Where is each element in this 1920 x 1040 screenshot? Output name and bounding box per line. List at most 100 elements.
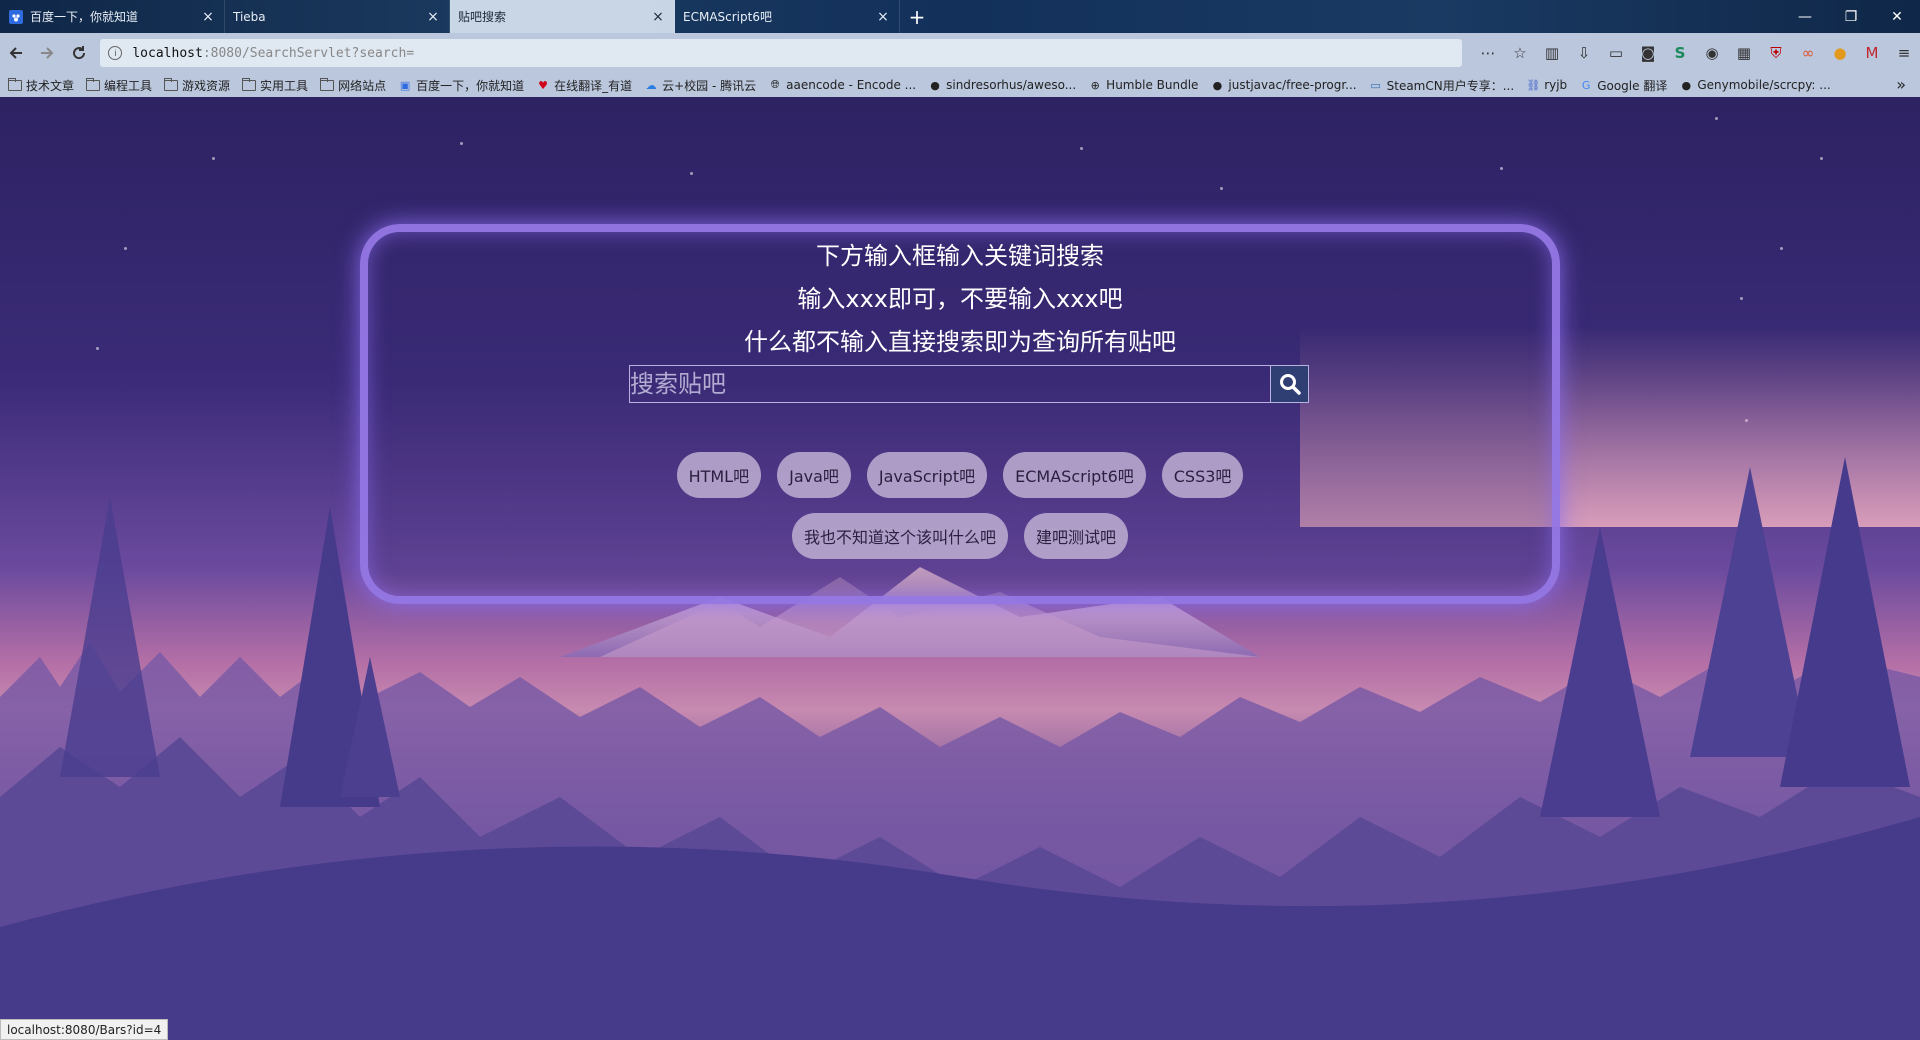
s-extension-icon[interactable]: S xyxy=(1664,37,1696,69)
bookmark-item[interactable]: 游戏资源 xyxy=(164,77,230,94)
tab-ecmascript6[interactable]: ECMAScript6吧 × xyxy=(675,0,900,33)
status-bar: localhost:8080/Bars?id=4 xyxy=(0,1019,169,1040)
tab-bar: 百度一下，你就知道 × Tieba × 贴吧搜索 × ECMAScript6吧 … xyxy=(0,0,1920,33)
bookmark-item[interactable]: ● justjavac/free-progr... xyxy=(1210,78,1357,92)
bars-row-1: HTML吧 Java吧 JavaScript吧 ECMAScript6吧 CSS… xyxy=(368,452,1552,498)
github-icon: ● xyxy=(930,78,940,92)
bookmarks-bar: 技术文章 编程工具 游戏资源 实用工具 网络站点 ▣ 百度一下，你就知道 ♥ 在线翻… xyxy=(0,73,1920,97)
bookmark-item[interactable]: G Google 翻译 xyxy=(1579,77,1667,94)
search-icon xyxy=(1279,374,1301,395)
bookmark-item[interactable]: ▣ 百度一下，你就知道 xyxy=(398,77,524,94)
bookmark-label: 技术文章 xyxy=(26,78,75,93)
tab-label: 贴吧搜索 xyxy=(458,10,507,24)
site-info-icon[interactable]: i xyxy=(108,46,123,60)
bar-link-ecmascript6[interactable]: ECMAScript6吧 xyxy=(1003,452,1146,498)
youdao-icon: ♥ xyxy=(538,78,549,92)
search-button[interactable] xyxy=(1271,365,1309,403)
github-icon: ● xyxy=(1681,78,1692,92)
bookmark-label: 网络站点 xyxy=(338,78,387,93)
bookmark-item[interactable]: ● sindresorhus/aweso... xyxy=(928,78,1076,92)
extension-icon[interactable]: ◙ xyxy=(1632,37,1664,69)
bookmark-star-icon[interactable]: ☆ xyxy=(1504,37,1536,69)
chevron-right-icon[interactable]: » xyxy=(1896,75,1906,94)
bookmark-item[interactable]: ♥ 在线翻译_有道 xyxy=(536,77,632,94)
ublock-icon[interactable]: ⛨ xyxy=(1760,37,1792,69)
bookmark-label: Google 翻译 xyxy=(1597,78,1668,93)
library-icon[interactable]: ▥ xyxy=(1536,37,1568,69)
github-icon: ● xyxy=(1212,78,1223,92)
bookmark-item[interactable]: 技术文章 xyxy=(8,77,74,94)
bar-link-create-test[interactable]: 建吧测试吧 xyxy=(1024,513,1129,559)
bookmark-label: 游戏资源 xyxy=(182,78,231,93)
minimize-icon[interactable]: — xyxy=(1782,0,1828,33)
menu-icon[interactable]: ≡ xyxy=(1888,37,1920,69)
close-icon[interactable]: × xyxy=(200,9,216,25)
search-row xyxy=(629,365,1309,403)
grid-extension-icon[interactable]: ▦ xyxy=(1728,37,1760,69)
back-icon[interactable] xyxy=(0,37,31,69)
bookmark-item[interactable]: 编程工具 xyxy=(86,77,152,94)
new-tab-button[interactable]: + xyxy=(900,0,934,33)
bookmark-label: aaencode - Encode ... xyxy=(786,78,917,92)
cat-extension-icon[interactable]: ◉ xyxy=(1696,37,1728,69)
bookmark-label: SteamCN用户专享：... xyxy=(1386,78,1515,93)
address-bar[interactable]: i localhost:8080/SearchServlet?search= xyxy=(100,39,1462,67)
bookmark-item[interactable]: ⛓ ryjb xyxy=(1526,78,1567,92)
navigation-bar: i localhost:8080/SearchServlet?search= ⋯… xyxy=(0,33,1920,73)
close-icon[interactable]: × xyxy=(425,9,441,25)
color-extension-icon[interactable]: ● xyxy=(1824,37,1856,69)
forward-icon[interactable] xyxy=(31,37,62,69)
bar-link-java[interactable]: Java吧 xyxy=(777,452,851,498)
close-icon[interactable]: × xyxy=(650,9,666,25)
reader-view-icon[interactable]: ▭ xyxy=(1600,37,1632,69)
tab-baidu[interactable]: 百度一下，你就知道 × xyxy=(0,0,225,33)
restore-icon[interactable]: ❐ xyxy=(1828,0,1874,33)
close-icon[interactable]: × xyxy=(875,9,891,25)
bookmark-label: 百度一下，你就知道 xyxy=(416,78,525,93)
bookmark-label: 实用工具 xyxy=(260,78,309,93)
folder-icon xyxy=(8,77,22,91)
bar-link-javascript[interactable]: JavaScript吧 xyxy=(866,452,988,498)
bookmark-item[interactable]: ⊕ Humble Bundle xyxy=(1088,78,1199,92)
url-path: :8080/SearchServlet?search= xyxy=(202,45,415,61)
tab-label: Tieba xyxy=(233,9,266,24)
search-input[interactable] xyxy=(629,365,1271,403)
hint-line-1: 下方输入框输入关键词搜索 xyxy=(816,242,1104,270)
tab-tieba[interactable]: Tieba × xyxy=(225,0,450,33)
bookmark-item[interactable]: ▭ SteamCN用户专享：... xyxy=(1369,77,1515,94)
bar-link-unknown[interactable]: 我也不知道这个该叫什么吧 xyxy=(791,513,1008,559)
tab-label: ECMAScript6吧 xyxy=(683,10,772,24)
folder-icon xyxy=(320,77,335,91)
tencent-cloud-icon: ☁ xyxy=(645,78,657,92)
reload-icon[interactable] xyxy=(63,37,94,69)
bookmark-item[interactable]: 网络站点 xyxy=(320,77,386,94)
bookmark-label: 编程工具 xyxy=(104,78,153,93)
mail-extension-icon[interactable]: M xyxy=(1856,37,1888,69)
page-actions-icon[interactable]: ⋯ xyxy=(1472,37,1504,69)
bookmark-label: Genymobile/scrcpy: ... xyxy=(1697,78,1831,92)
bookmark-label: 云+校园 - 腾讯云 xyxy=(662,78,757,93)
bookmark-label: Humble Bundle xyxy=(1106,78,1199,92)
close-window-icon[interactable]: ✕ xyxy=(1874,0,1920,33)
toolbar-icons: ⋯ ☆ ▥ ⇩ ▭ ◙ S ◉ ▦ ⛨ ∞ ● M ≡ xyxy=(1472,37,1920,69)
bookmark-item[interactable]: 实用工具 xyxy=(242,77,308,94)
url-host: localhost xyxy=(132,45,203,61)
tab-search[interactable]: 贴吧搜索 × xyxy=(450,0,675,33)
bookmark-item[interactable]: ☁ 云+校园 - 腾讯云 xyxy=(644,77,757,94)
download-icon[interactable]: ⇩ xyxy=(1568,37,1600,69)
page-background: 下方输入框输入关键词搜索 输入xxx即可，不要输入xxx吧 什么都不输入直接搜索… xyxy=(0,97,1920,1040)
infinity-extension-icon[interactable]: ∞ xyxy=(1792,37,1824,69)
bar-link-css3[interactable]: CSS3吧 xyxy=(1161,452,1244,498)
bookmark-label: ryjb xyxy=(1544,78,1568,92)
bookmark-label: sindresorhus/aweso... xyxy=(946,78,1077,92)
bar-link-html[interactable]: HTML吧 xyxy=(676,452,762,498)
window-controls: — ❐ ✕ xyxy=(1782,0,1920,33)
tab-label: 百度一下，你就知道 xyxy=(30,10,139,24)
hint-line-2: 输入xxx即可，不要输入xxx吧 xyxy=(797,285,1123,313)
bookmark-item[interactable]: ● Genymobile/scrcpy: ... xyxy=(1679,78,1831,92)
bookmark-item[interactable]: 🌐︎ aaencode - Encode ... xyxy=(768,78,916,92)
search-panel: 下方输入框输入关键词搜索 输入xxx即可，不要输入xxx吧 什么都不输入直接搜索… xyxy=(360,224,1560,604)
bars-row-2: 我也不知道这个该叫什么吧 建吧测试吧 xyxy=(368,513,1552,559)
steamcn-icon: ▭ xyxy=(1370,78,1381,92)
folder-icon xyxy=(86,77,101,91)
